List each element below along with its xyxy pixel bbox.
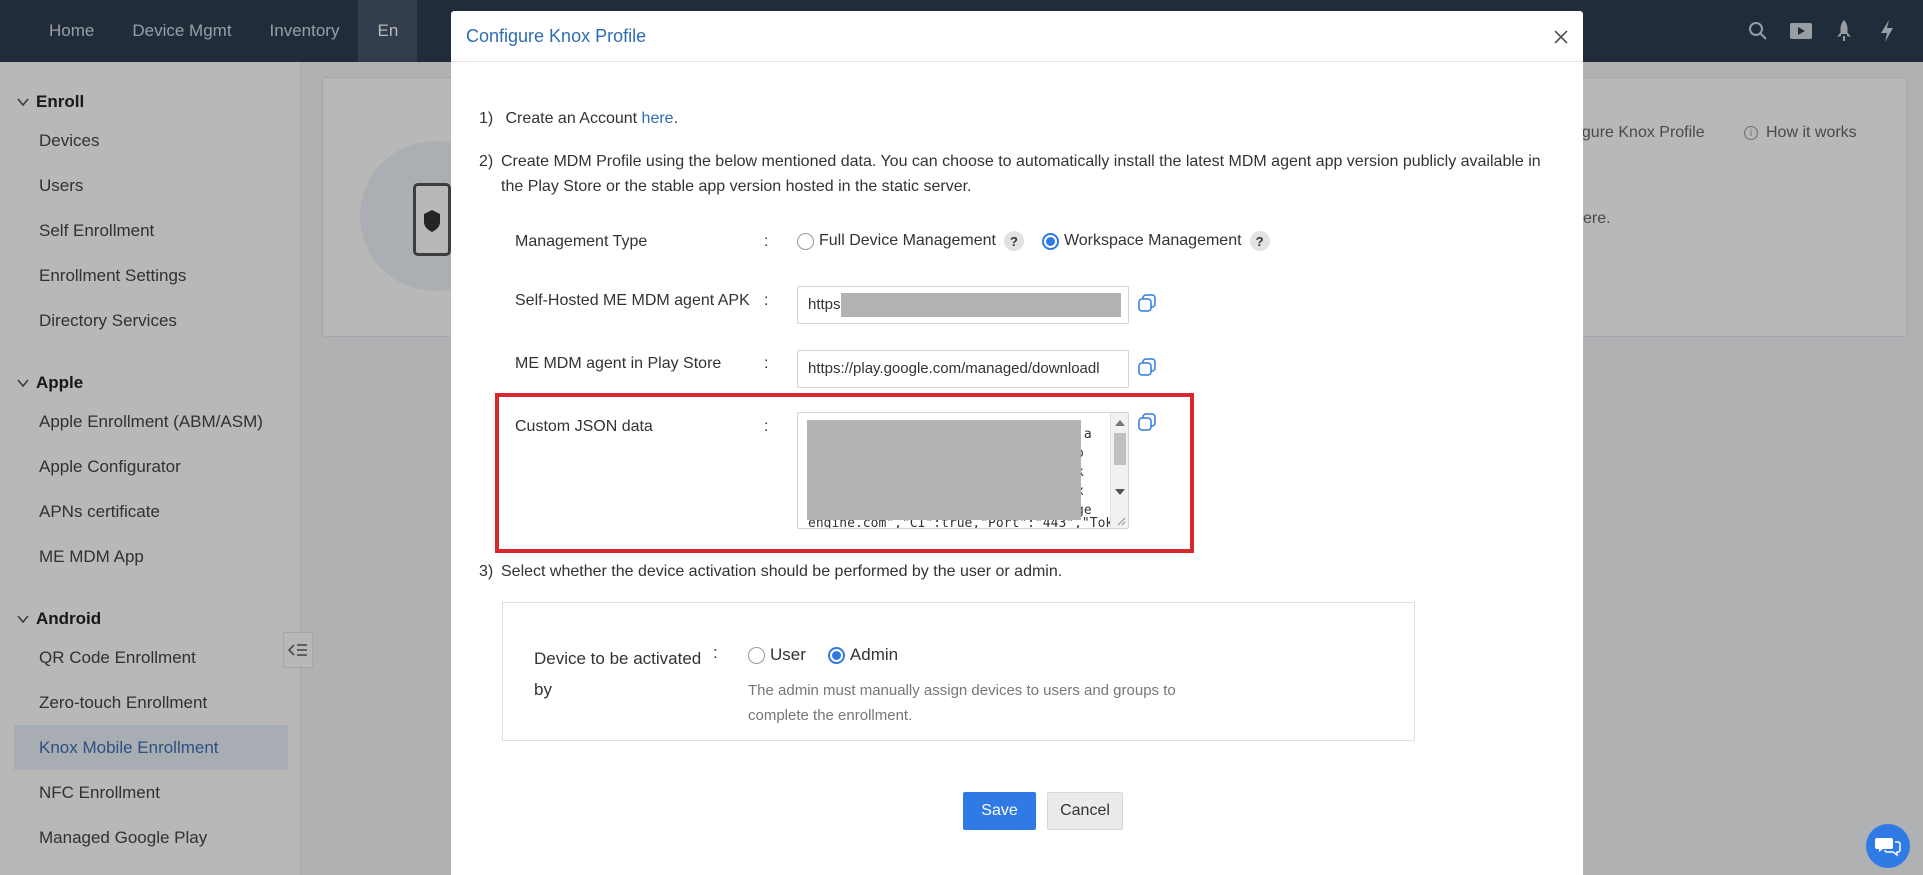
radio-label: Workspace Management [1063, 232, 1242, 249]
activation-label: Device to be activated by [534, 649, 702, 699]
radio-circle-checked [827, 646, 845, 664]
step-2-text: Create MDM Profile using the below menti… [501, 153, 1541, 195]
activation-options: User Admin [748, 645, 898, 665]
chat-icon [1875, 838, 1901, 857]
step-2: 2) Create MDM Profile using the below men… [479, 149, 1561, 199]
step-3: 3) Select whether the device activation s… [479, 559, 1062, 584]
radio-admin[interactable]: Admin [827, 645, 899, 665]
radio-workspace-management[interactable]: Workspace Management [1041, 232, 1242, 250]
step-number: 1) [479, 110, 494, 127]
radio-circle [748, 646, 765, 664]
management-type-label: Management Type [515, 233, 648, 250]
colon: : [764, 233, 769, 250]
create-account-link[interactable]: here [642, 110, 674, 127]
radio-label: Admin [849, 645, 899, 664]
help-icon[interactable]: ? [1249, 231, 1270, 251]
radio-circle [797, 232, 814, 250]
step-1-text: Create an Account [505, 110, 642, 127]
close-button[interactable] [1551, 27, 1571, 47]
cancel-button[interactable]: Cancel [1047, 792, 1123, 830]
step-number: 2) [479, 153, 494, 170]
configure-knox-profile-dialog: Configure Knox Profile 1) Create an Acco… [451, 11, 1583, 875]
highlight-box [495, 393, 1194, 553]
colon: : [764, 292, 769, 309]
chat-button[interactable] [1866, 824, 1910, 868]
colon: : [764, 355, 769, 372]
play-store-label: ME MDM agent in Play Store [515, 355, 722, 372]
activation-help-text: The admin must manually assign devices t… [748, 682, 1176, 724]
step-1: 1) Create an Account here. [479, 106, 678, 131]
redacted-region [841, 293, 1121, 317]
radio-circle-checked [1041, 232, 1059, 250]
dialog-header: Configure Knox Profile [451, 11, 1583, 62]
radio-user[interactable]: User [748, 645, 806, 665]
colon: : [713, 643, 718, 662]
save-button[interactable]: Save [963, 792, 1036, 830]
step-number: 3) [479, 563, 494, 580]
copy-icon[interactable] [1137, 357, 1157, 377]
help-icon[interactable]: ? [1003, 231, 1024, 251]
self-hosted-apk-value: https [808, 296, 841, 313]
management-type-options: Full Device Management ? Workspace Manag… [797, 231, 1270, 251]
copy-icon[interactable] [1137, 293, 1157, 313]
close-icon [1554, 30, 1568, 44]
dialog-title: Configure Knox Profile [466, 25, 647, 46]
play-store-url-field[interactable]: https://play.google.com/managed/download… [797, 350, 1129, 388]
self-hosted-apk-label: Self-Hosted ME MDM agent APK [515, 292, 750, 309]
radio-label: Full Device Management [819, 232, 996, 249]
step-1-suffix: . [673, 110, 679, 127]
play-store-url-value: https://play.google.com/managed/download… [808, 360, 1100, 377]
radio-label: User [770, 645, 806, 664]
step-3-text: Select whether the device activation sho… [501, 563, 1063, 580]
radio-full-device-management[interactable]: Full Device Management [797, 232, 996, 250]
